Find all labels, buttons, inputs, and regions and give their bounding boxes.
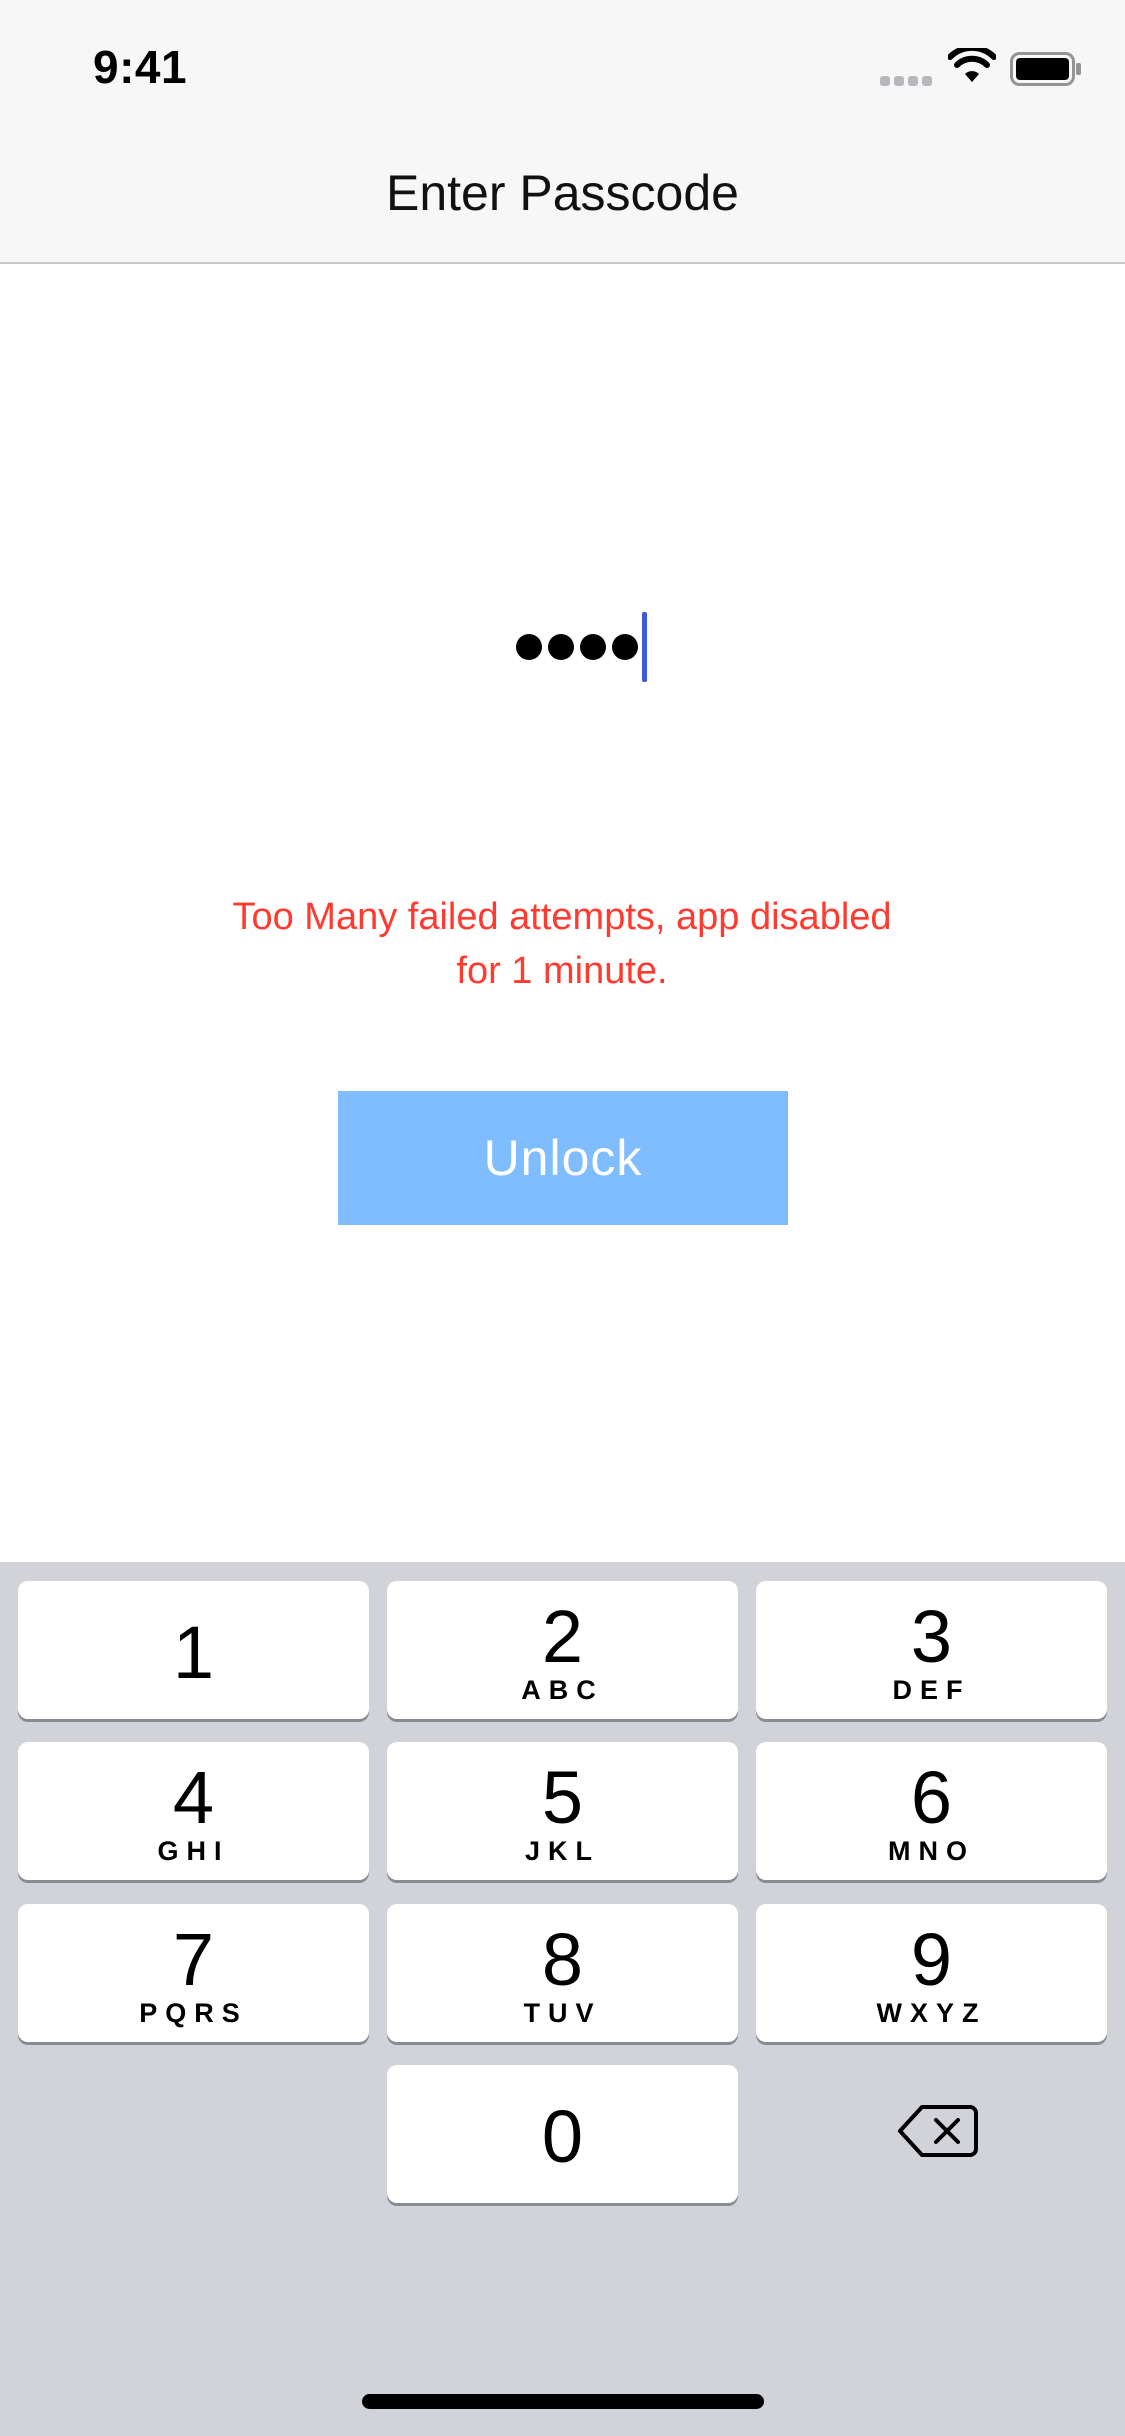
passcode-dot (612, 634, 638, 660)
text-cursor (642, 612, 647, 682)
battery-icon (1010, 52, 1081, 86)
key-digit: 1 (172, 1611, 215, 1694)
key-digit: 0 (541, 2095, 584, 2178)
unlock-button[interactable]: Unlock (338, 1091, 788, 1225)
key-letters: ABC (521, 1675, 604, 1705)
key-letters: JKL (524, 1836, 600, 1866)
key-letters: WXYZ (876, 1998, 987, 2028)
key-4[interactable]: 4 GHI (18, 1742, 369, 1880)
key-1[interactable]: 1 (18, 1581, 369, 1719)
key-2[interactable]: 2 ABC (387, 1581, 738, 1719)
key-9[interactable]: 9 WXYZ (756, 1904, 1107, 2042)
passcode-dot (580, 634, 606, 660)
key-digit: 3 (910, 1595, 953, 1678)
key-letters: GHI (157, 1836, 230, 1866)
key-5[interactable]: 5 JKL (387, 1742, 738, 1880)
key-0[interactable]: 0 (387, 2065, 738, 2203)
key-letters: DEF (892, 1675, 971, 1705)
page-title: Enter Passcode (386, 165, 739, 221)
key-digit: 4 (172, 1756, 215, 1839)
passcode-dots (516, 634, 644, 660)
key-letters: MNO (888, 1836, 975, 1866)
key-3[interactable]: 3 DEF (756, 1581, 1107, 1719)
key-8[interactable]: 8 TUV (387, 1904, 738, 2042)
signal-icon (880, 76, 934, 86)
key-7[interactable]: 7 PQRS (18, 1904, 369, 2042)
top-bar: 9:41 Enter Passcode (0, 0, 1125, 264)
key-letters: PQRS (139, 1998, 248, 2028)
status-time: 9:41 (93, 41, 188, 93)
wifi-icon (948, 48, 996, 82)
key-digit: 2 (541, 1595, 584, 1678)
key-digit: 9 (910, 1918, 953, 2001)
key-digit: 6 (910, 1756, 953, 1839)
passcode-dot (548, 634, 574, 660)
passcode-dot (516, 634, 542, 660)
key-digit: 5 (541, 1756, 584, 1839)
key-letters: TUV (523, 1998, 602, 2028)
key-digit: 7 (172, 1918, 215, 2001)
home-indicator[interactable] (362, 2394, 764, 2409)
key-digit: 8 (541, 1918, 584, 2001)
key-6[interactable]: 6 MNO (756, 1742, 1107, 1880)
passcode-input[interactable] (0, 612, 1125, 682)
delete-backspace-icon[interactable] (896, 2101, 980, 2161)
error-message: Too Many failed attempts, app disabled f… (232, 896, 892, 992)
